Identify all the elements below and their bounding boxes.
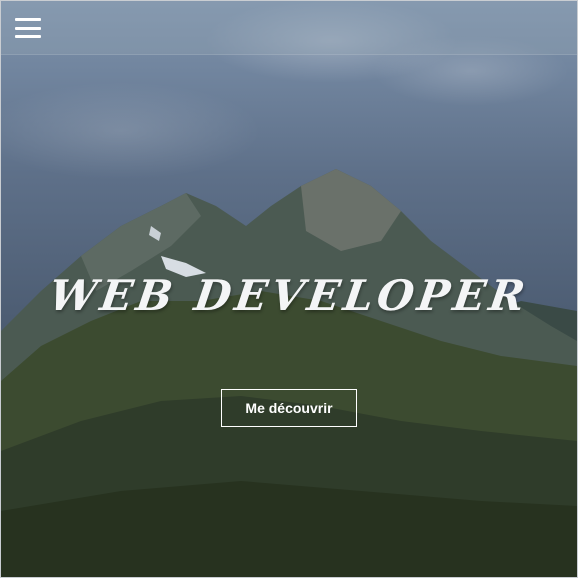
menu-line [15, 26, 41, 30]
page-frame: WEB DEVELOPER Me découvrir [0, 0, 578, 578]
menu-line [15, 35, 41, 38]
top-navigation-bar [1, 1, 577, 55]
discover-button[interactable]: Me découvrir [221, 389, 357, 427]
menu-line [15, 18, 41, 21]
hero-title: WEB DEVELOPER [46, 271, 532, 320]
hamburger-menu-icon[interactable] [15, 18, 41, 38]
